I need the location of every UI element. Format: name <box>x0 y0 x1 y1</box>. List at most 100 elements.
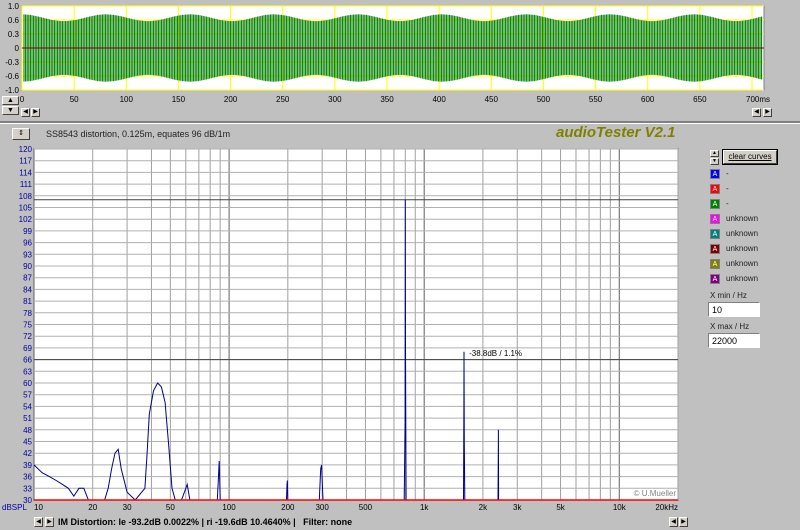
spectrum-x-tick: 30 <box>123 503 132 512</box>
waveform-y-tick: 0.6 <box>8 16 20 25</box>
spectrum-y-tick: 87 <box>23 274 32 283</box>
waveform-x-tick: 300 <box>328 95 342 104</box>
xmax-label: X max / Hz <box>710 322 750 331</box>
zoom-right-button[interactable]: ▶ <box>679 517 688 527</box>
legend-item-label: - <box>726 184 729 193</box>
spectrum-x-tick: 1k <box>420 503 429 512</box>
spectrum-x-tick: 50 <box>166 503 175 512</box>
waveform-x-tick: 650 <box>693 95 707 104</box>
xmax-input[interactable]: 22000 <box>708 333 760 348</box>
waveform-x-tick: 550 <box>589 95 603 104</box>
spectrum-x-tick: 2k <box>479 503 488 512</box>
waveform-y-tick: 0 <box>15 44 20 53</box>
waveform-scroll-up-button[interactable]: ▲ <box>2 96 19 105</box>
spectrum-y-tick: 114 <box>19 168 32 177</box>
waveform-x-tick: 450 <box>485 95 499 104</box>
legend-color-swatch[interactable]: A <box>710 229 720 239</box>
spectrum-y-tick: 90 <box>23 262 32 271</box>
legend-color-swatch[interactable]: A <box>710 214 720 224</box>
panel-divider <box>0 121 800 124</box>
legend-item-label: - <box>726 169 729 178</box>
spectrum-y-tick: 51 <box>23 414 32 423</box>
measurement-description: SS8543 distortion, 0.125m, equates 96 dB… <box>46 129 231 139</box>
status-scroll-left-button[interactable]: ◀ <box>34 517 43 527</box>
spectrum-y-tick: 84 <box>23 285 32 294</box>
legend-color-swatch[interactable]: A <box>710 199 720 209</box>
spectrum-y-tick: 120 <box>19 145 33 154</box>
spectrum-y-tick: 93 <box>23 250 32 259</box>
waveform-zoom-left-button[interactable]: ◀ <box>752 108 761 117</box>
waveform-y-tick: 1.0 <box>8 2 20 11</box>
legend-up-button[interactable]: ▲ <box>710 150 719 157</box>
waveform-x-tick: 400 <box>432 95 446 104</box>
spectrum-y-tick: 81 <box>23 297 32 306</box>
spectrum-y-tick: 45 <box>23 438 32 447</box>
spectrum-y-tick: 102 <box>19 215 33 224</box>
spectrum-y-tick: 96 <box>23 239 32 248</box>
spectrum-y-tick: 57 <box>23 391 32 400</box>
waveform-scroll-left-button[interactable]: ◀ <box>21 108 30 117</box>
status-text: IM Distortion: le -93.2dB 0.0022% | ri -… <box>58 517 353 527</box>
spectrum-y-tick: 99 <box>23 227 32 236</box>
spectrum-y-tick: 60 <box>23 379 32 388</box>
clear-curves-button[interactable]: clear curves <box>722 149 778 165</box>
spectrum-y-tick: 105 <box>19 204 33 213</box>
options-toggle-button[interactable]: ⇕ <box>12 128 30 140</box>
legend-item-label: unknown <box>726 244 759 253</box>
waveform-x-tick: 600 <box>641 95 655 104</box>
waveform-x-tick: 150 <box>172 95 186 104</box>
xmin-label: X min / Hz <box>710 291 747 300</box>
waveform-x-tick: 50 <box>70 95 79 104</box>
waveform-y-tick: -0.6 <box>5 72 19 81</box>
waveform-x-tick: 200 <box>224 95 238 104</box>
spectrum-y-tick: 111 <box>20 180 33 189</box>
spectrum-x-tick: 3k <box>513 503 522 512</box>
waveform-plot: 1.00.60.30-0.3-0.6-1.00 50 100 150 200 250 300… <box>5 2 770 104</box>
waveform-y-tick: -1.0 <box>5 86 19 95</box>
spectrum-y-tick: 66 <box>23 356 32 365</box>
waveform-x-tick: 700ms <box>746 95 770 104</box>
xmin-input[interactable]: 10 <box>708 302 760 317</box>
app-title: audioTester V2.1 <box>556 124 676 141</box>
spectrum-x-tick: 500 <box>359 503 373 512</box>
spectrum-y-tick: 72 <box>23 332 32 341</box>
spectrum-y-tick: 48 <box>23 426 32 435</box>
legend-color-swatch[interactable]: A <box>710 169 720 179</box>
spectrum-y-tick: 42 <box>23 449 32 458</box>
spectrum-chart: 120 117 114 111 108 105 102 99 96 93 90 87 84 81 78 75 7… <box>2 145 679 512</box>
legend-item-label: unknown <box>726 214 759 223</box>
spectrum-x-tick: 20 <box>88 503 97 512</box>
watermark: © U.Mueller <box>634 489 677 498</box>
waveform-x-tick: 100 <box>120 95 134 104</box>
spectrum-y-tick: 75 <box>23 321 32 330</box>
peak-annotation: -38.8dB / 1.1% <box>469 349 522 358</box>
legend-color-swatch[interactable]: A <box>710 244 720 254</box>
spectrum-y-tick: 36 <box>23 473 32 482</box>
waveform-scroll-down-button[interactable]: ▼ <box>2 106 19 115</box>
waveform-zoom-right-button[interactable]: ▶ <box>763 108 772 117</box>
legend-color-swatch[interactable]: A <box>710 259 720 269</box>
spectrum-x-tick: 10k <box>613 503 627 512</box>
spectrum-x-tick: 200 <box>281 503 295 512</box>
spectrum-x-tick: 5k <box>556 503 565 512</box>
status-scroll-right-button[interactable]: ▶ <box>45 517 54 527</box>
legend-color-swatch[interactable]: A <box>710 274 720 284</box>
legend-item-label: unknown <box>726 274 759 283</box>
waveform-panel: 1.0 0.6 0.3 0 -0.3 -0.6 -1.0 0 50 100 150 200 250 300… <box>0 0 800 122</box>
waveform-x-tick: 350 <box>380 95 394 104</box>
waveform-scroll-right-button[interactable]: ▶ <box>31 108 40 117</box>
waveform-y-tick: -0.3 <box>5 58 19 67</box>
spectrum-y-tick: 78 <box>23 309 32 318</box>
spectrum-y-tick: 54 <box>23 402 32 411</box>
legend-item-label: - <box>726 199 729 208</box>
spectrum-x-tick: 10 <box>34 503 43 512</box>
legend-down-button[interactable]: ▼ <box>710 158 719 165</box>
spectrum-y-tick: 69 <box>23 344 32 353</box>
legend-color-swatch[interactable]: A <box>710 184 720 194</box>
spectrum-y-tick: 117 <box>19 157 32 166</box>
spectrum-x-tick: 300 <box>315 503 329 512</box>
waveform-y-tick: 0.3 <box>8 30 20 39</box>
spectrum-y-tick: 33 <box>23 484 32 493</box>
zoom-left-button[interactable]: ◀ <box>669 517 678 527</box>
spectrum-x-tick: 100 <box>222 503 236 512</box>
